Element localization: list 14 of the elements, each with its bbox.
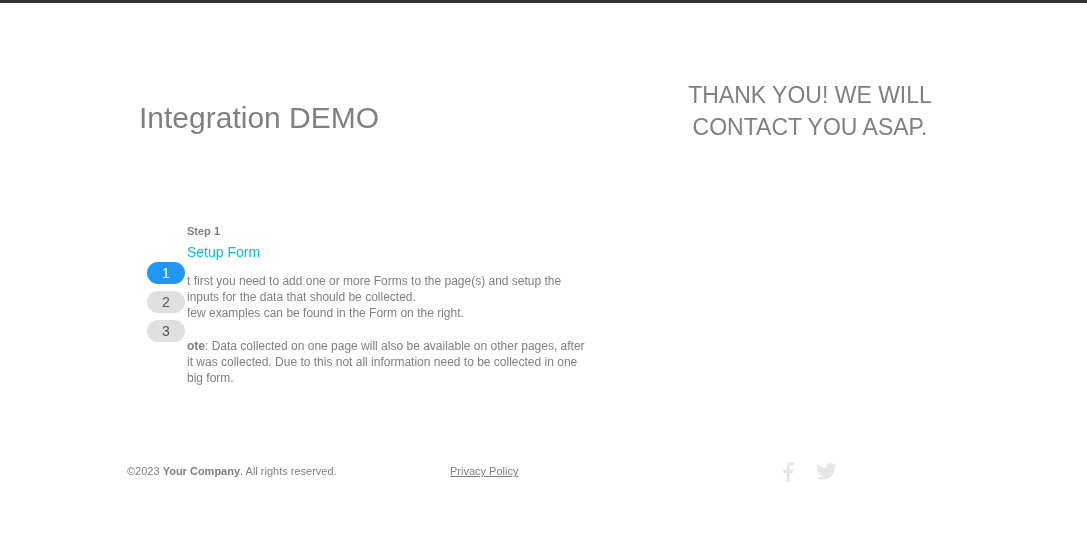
instruction-text: few examples can be found in the Form on the right.: [187, 304, 465, 321]
step-indicator[interactable]: 3: [147, 320, 185, 342]
step-title: Setup Form: [187, 242, 262, 262]
instruction-text: ote: Data collected on one page will also be available on other pages, after it was collected. Due to this not all information need to be collected in one big form.: [187, 337, 586, 386]
step-label: Step 1: [187, 224, 221, 239]
instruction-text: t first you need to add one or more Forms to the page(s) and setup the inputs for the data that should be collected.: [187, 272, 563, 305]
step-indicator[interactable]: 2: [147, 291, 185, 313]
facebook-icon[interactable]: [782, 461, 794, 482]
step-indicator[interactable]: 1: [147, 262, 185, 284]
privacy-policy-link[interactable]: Privacy Policy: [450, 463, 782, 480]
twitter-icon[interactable]: [816, 463, 837, 480]
page-title: Integration DEMO: [139, 103, 381, 133]
copyright-text: ©2023 Your Company. All rights reserved.: [127, 464, 338, 480]
thank-you-message: THANK YOU! WE WILL CONTACT YOU ASAP.: [687, 81, 933, 142]
